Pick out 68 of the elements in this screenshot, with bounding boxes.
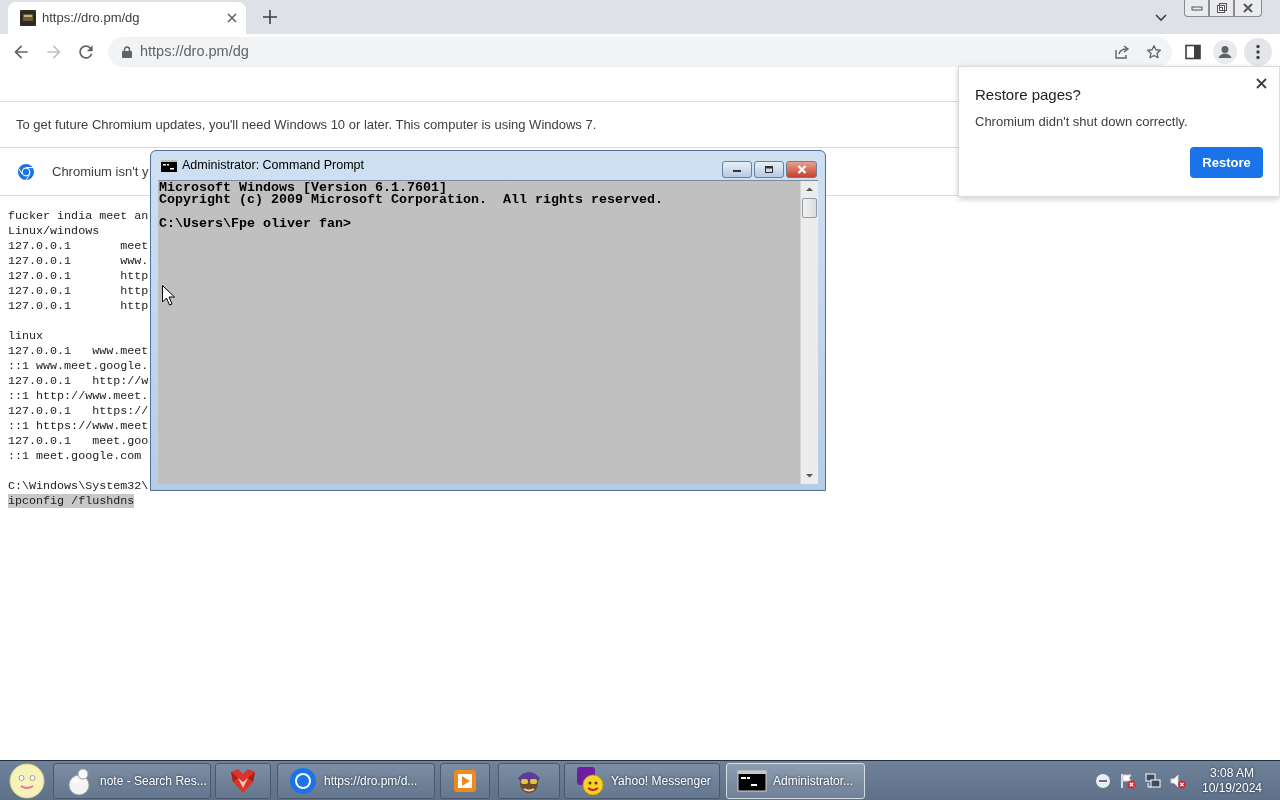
menu-dots-icon[interactable] [1244, 38, 1272, 66]
side-panel-icon[interactable] [1185, 44, 1201, 60]
page-text-line: 127.0.0.1 www. [8, 254, 149, 268]
chevron-down-icon[interactable] [1155, 14, 1167, 22]
close-button[interactable] [786, 161, 817, 178]
smiley-icon [9, 762, 45, 799]
restore-button[interactable] [1209, 0, 1234, 17]
console-line: Microsoft Windows [Version 6.1.7601] [159, 180, 447, 195]
page-text-line: fucker india meet an [8, 209, 149, 223]
lock-icon [122, 46, 132, 58]
site-favicon-icon [20, 10, 36, 26]
page-text-line: 127.0.0.1 http [8, 284, 149, 298]
terminal-icon [161, 159, 177, 172]
taskbar-button[interactable]: https://dro.pm/d... [277, 762, 435, 799]
scroll-thumb[interactable] [802, 198, 817, 218]
window-title: Administrator: Command Prompt [182, 157, 364, 175]
close-icon[interactable] [1256, 78, 1267, 89]
taskbar-button[interactable]: Administrator... [726, 762, 865, 799]
maximize-button[interactable] [754, 161, 784, 178]
new-tab-plus-icon[interactable] [263, 10, 277, 24]
page-text-line: 127.0.0.1 http [8, 269, 149, 283]
update-notice-text: To get future Chromium updates, you'll need Windows 10 or later. This computer is using Windows 7. [16, 115, 597, 134]
restore-button[interactable]: Restore [1190, 147, 1263, 178]
taskbar-button[interactable] [440, 762, 490, 799]
share-icon[interactable] [1114, 44, 1130, 60]
dialog-title: Restore pages? [975, 85, 1082, 105]
taskbar-button[interactable]: Yahoo! Messenger [564, 762, 720, 799]
maximize-icon [763, 164, 775, 175]
profile-avatar-icon[interactable] [1213, 40, 1237, 64]
close-button[interactable] [1234, 0, 1262, 17]
page-text-line: linux [8, 329, 44, 343]
page-text-line: 127.0.0.1 www.meet [8, 344, 149, 358]
close-icon [795, 164, 808, 175]
minimize-button[interactable] [722, 161, 752, 178]
close-icon [1242, 2, 1254, 14]
page-text-line: 127.0.0.1 meet [8, 239, 149, 253]
dialog-message: Chromium didn't shut down correctly. [975, 114, 1189, 130]
infobar-text: Chromium isn't y [52, 162, 149, 181]
start-button[interactable] [7, 761, 47, 800]
page-text-line: ::1 meet.google.com [8, 449, 142, 463]
minus-circle-icon[interactable] [1095, 772, 1111, 789]
console-line: C:\Users\Fpe oliver fan> [159, 216, 351, 231]
reload-icon[interactable] [76, 42, 96, 62]
page-text-line: 127.0.0.1 http [8, 299, 149, 313]
ring-logo-icon [288, 765, 318, 796]
page-text-line: Linux/windows [8, 224, 100, 238]
close-icon[interactable] [227, 13, 237, 23]
page-text-line: 127.0.0.1 meet.goo [8, 434, 149, 448]
mouse-pointer-icon [162, 285, 175, 306]
speaker-muted-icon[interactable] [1170, 772, 1186, 789]
page-text-line: ::1 www.meet.google. [8, 359, 149, 373]
page-text-line: ::1 http://www.meet. [8, 389, 149, 403]
page-text-line: 127.0.0.1 https:// [8, 404, 149, 418]
taskbar-button[interactable] [498, 762, 560, 799]
restore-icon [1215, 2, 1228, 14]
star-icon[interactable] [1146, 44, 1162, 60]
ring-logo-icon [18, 163, 34, 180]
scrollbar-track[interactable] [800, 181, 818, 484]
smiley-icon [575, 765, 605, 796]
page-text-line: C:\Windows\System32\ [8, 479, 149, 493]
taskbar-button[interactable]: note - Search Res... [53, 762, 211, 799]
page-text-line: 127.0.0.1 http://w [8, 374, 149, 388]
browser-tab[interactable]: https://dro.pm/dg [8, 2, 246, 34]
network-icon[interactable] [1145, 772, 1161, 789]
address-bar[interactable]: https://dro.pm/dg [108, 37, 1172, 67]
page-text-line: ::1 https://www.meet [8, 419, 149, 433]
clock[interactable]: 3:08 AM 10/19/2024 [1200, 765, 1264, 796]
flag-warning-icon[interactable] [1120, 772, 1136, 789]
